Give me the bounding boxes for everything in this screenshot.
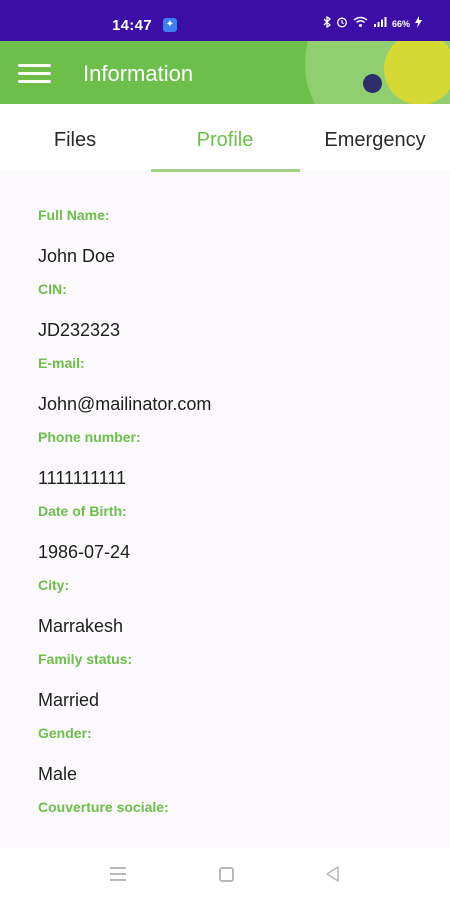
cin-value: JD232323 <box>38 320 121 340</box>
back-icon[interactable] <box>323 864 343 884</box>
alarm-icon <box>336 16 348 31</box>
gender-label: Gender: <box>38 725 92 741</box>
family-status-label: Family status: <box>38 651 133 667</box>
hamburger-menu-icon[interactable] <box>18 61 52 85</box>
tab-profile[interactable]: Profile <box>150 104 300 171</box>
screen: 14:47 ✦ 66% Information Files Profile Em… <box>0 0 450 900</box>
battery-level: 66% <box>391 18 410 29</box>
family-status-value: Married <box>38 690 100 710</box>
signal-icon <box>373 16 387 31</box>
date-of-birth-label: Date of Birth: <box>38 503 127 519</box>
gender-value: Male <box>38 764 78 784</box>
status-time: 14:47 <box>112 17 152 34</box>
tab-emergency[interactable]: Emergency <box>300 104 450 171</box>
full-name-value: John Doe <box>38 246 116 266</box>
email-label: E-mail: <box>38 355 85 371</box>
home-icon[interactable] <box>216 864 236 884</box>
status-icons: 66% <box>323 15 422 31</box>
phone-number-label: Phone number: <box>38 429 141 445</box>
app-notification-icon: ✦ <box>163 18 177 32</box>
city-label: City: <box>38 577 70 593</box>
email-value: John@mailinator.com <box>38 394 212 414</box>
decorative-circle-yellow <box>384 41 450 104</box>
charging-icon <box>415 16 422 31</box>
phone-number-value: 1111111111 <box>38 468 127 488</box>
tab-files[interactable]: Files <box>0 104 150 171</box>
city-value: Marrakesh <box>38 616 124 636</box>
active-tab-indicator <box>151 169 300 172</box>
cin-label: CIN: <box>38 281 67 297</box>
recent-apps-icon[interactable] <box>108 864 128 884</box>
status-bar: 14:47 ✦ 66% <box>0 0 450 41</box>
system-navigation-bar <box>0 848 450 900</box>
tab-bar: Files Profile Emergency <box>0 104 450 172</box>
bluetooth-icon <box>323 15 332 31</box>
full-name-label: Full Name: <box>38 207 110 223</box>
decorative-dot <box>363 74 382 93</box>
date-of-birth-value: 1986-07-24 <box>38 542 131 562</box>
page-title: Information <box>83 61 194 86</box>
couverture-sociale-label: Couverture sociale: <box>38 799 169 815</box>
app-bar: Information <box>0 41 450 104</box>
wifi-icon <box>353 16 368 31</box>
